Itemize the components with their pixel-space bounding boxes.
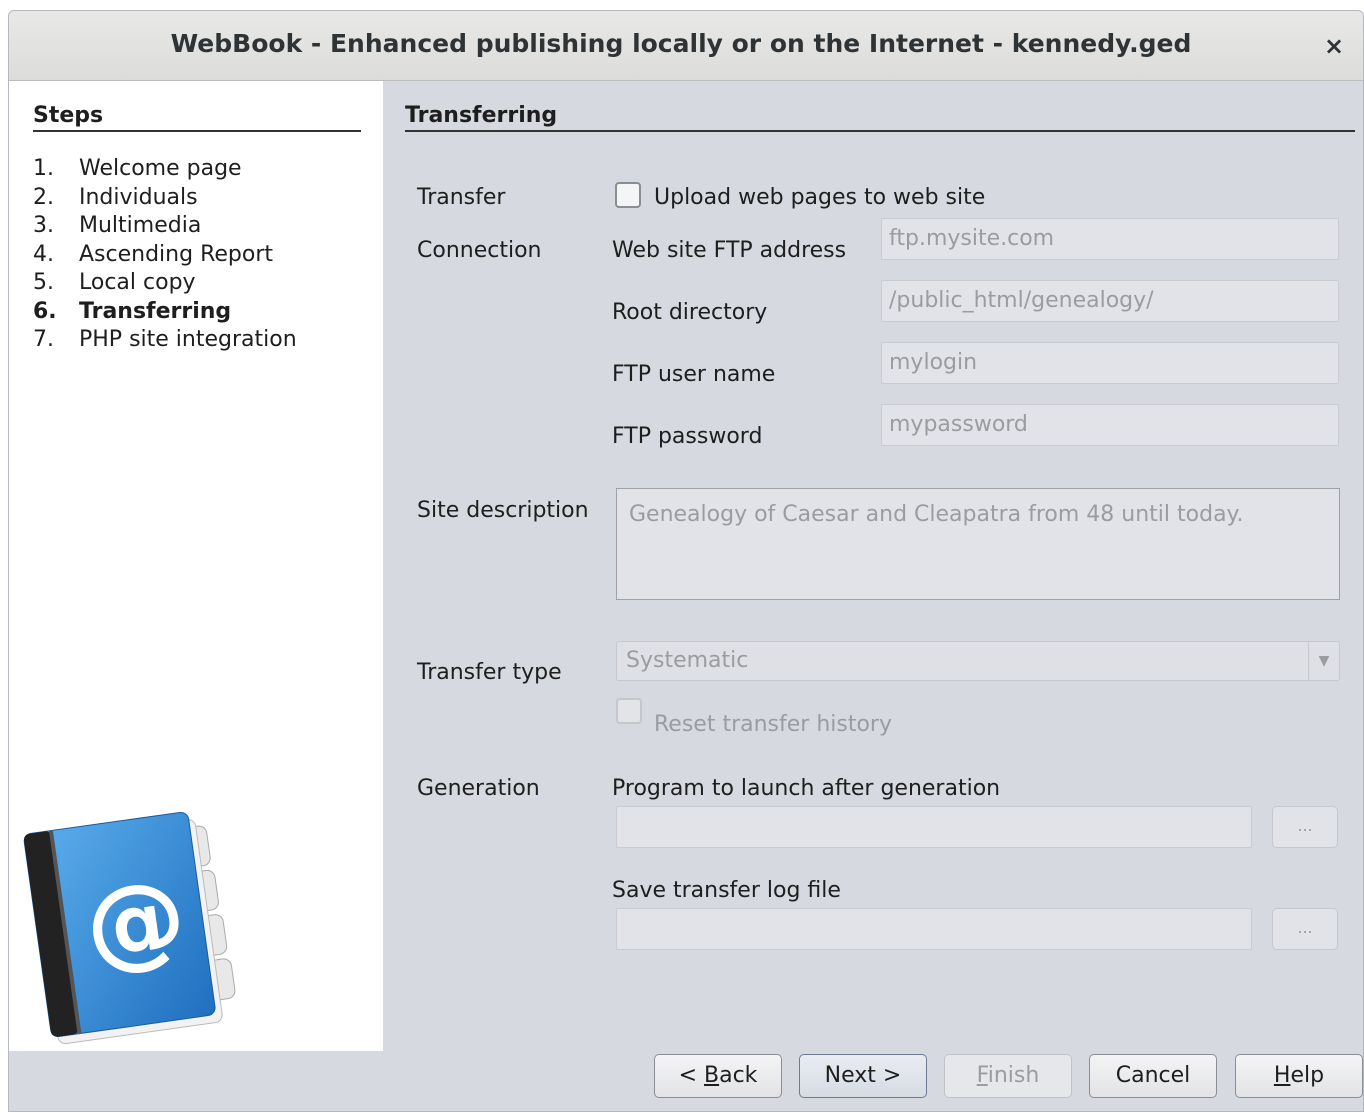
close-icon[interactable]: ×	[1319, 31, 1349, 61]
root-directory-label: Root directory	[612, 300, 768, 325]
title-bar[interactable]: WebBook - Enhanced publishing locally or…	[9, 11, 1363, 81]
program-browse-button[interactable]: ...	[1272, 806, 1338, 848]
ftp-password-label: FTP password	[612, 424, 763, 449]
step-item: 5. Local copy	[33, 269, 297, 298]
log-browse-button[interactable]: ...	[1272, 908, 1338, 950]
steps-sidebar: Steps 1. Welcome page 2. Individuals 3. Multi…	[9, 81, 383, 1051]
steps-list: 1. Welcome page 2. Individuals 3. Multimedia 4…	[33, 155, 297, 355]
transfer-type-label: Transfer type	[417, 660, 562, 685]
ftp-address-label: Web site FTP address	[612, 238, 847, 263]
site-description-label: Site description	[417, 498, 589, 523]
back-button[interactable]: < Back	[654, 1054, 782, 1098]
transfer-type-select[interactable]: Systematic ▼	[616, 641, 1340, 681]
back-mnemonic: B	[704, 1063, 720, 1088]
step-number: 1.	[33, 156, 54, 181]
step-label: Local copy	[79, 270, 196, 295]
step-number: 5.	[33, 270, 54, 295]
finish-mnemonic: F	[976, 1063, 988, 1088]
cancel-button[interactable]: Cancel	[1089, 1054, 1217, 1098]
chevron-down-icon[interactable]: ▼	[1308, 642, 1339, 680]
finish-rest: inish	[987, 1063, 1040, 1088]
step-label: Ascending Report	[79, 241, 273, 267]
step-item: 3. Multimedia	[33, 212, 297, 241]
step-number: 6.	[33, 298, 57, 324]
upload-checkbox-label[interactable]: Upload web pages to web site	[654, 185, 985, 210]
content-panel: Transferring Transfer Upload web pages t…	[383, 81, 1363, 1051]
step-number: 4.	[33, 241, 54, 267]
step-item: 2. Individuals	[33, 184, 297, 213]
generation-label: Generation	[417, 776, 540, 801]
site-description-field[interactable]: Genealogy of Caesar and Cleapatra from 4…	[616, 488, 1340, 600]
transfer-type-value: Systematic	[626, 648, 749, 673]
step-item: 6. Transferring	[33, 298, 297, 327]
window-title: WebBook - Enhanced publishing locally or…	[170, 29, 1192, 58]
step-label: Welcome page	[79, 156, 242, 181]
step-label: Multimedia	[79, 213, 202, 238]
back-prefix: <	[678, 1063, 704, 1088]
program-launch-label: Program to launch after generation	[612, 776, 1001, 801]
step-item: 4. Ascending Report	[33, 241, 297, 270]
ftp-password-field[interactable]: mypassword	[881, 404, 1339, 446]
transfer-log-label: Save transfer log file	[612, 878, 841, 903]
ftp-user-field[interactable]: mylogin	[881, 342, 1339, 384]
help-button[interactable]: Help	[1235, 1054, 1363, 1098]
step-label: Individuals	[79, 184, 198, 210]
root-directory-field[interactable]: /public_html/genealogy/	[881, 280, 1339, 322]
address-book-at-icon: @	[23, 811, 236, 1045]
help-rest: elp	[1290, 1063, 1325, 1088]
upload-checkbox[interactable]	[615, 182, 641, 208]
step-number: 2.	[33, 184, 54, 210]
reset-history-label[interactable]: Reset transfer history	[654, 712, 892, 737]
ftp-user-label: FTP user name	[612, 362, 776, 387]
page-title: Transferring	[405, 103, 1355, 132]
step-number: 3.	[33, 213, 54, 238]
transfer-label: Transfer	[417, 185, 506, 210]
finish-button[interactable]: Finish	[944, 1054, 1072, 1098]
help-mnemonic: H	[1273, 1063, 1291, 1088]
step-label: PHP site integration	[79, 327, 297, 352]
transfer-log-field[interactable]	[616, 908, 1252, 950]
step-item: 7. PHP site integration	[33, 326, 297, 355]
step-item: 1. Welcome page	[33, 155, 297, 184]
ftp-address-field[interactable]: ftp.mysite.com	[881, 218, 1339, 260]
connection-label: Connection	[417, 238, 542, 263]
program-launch-field[interactable]	[616, 806, 1252, 848]
back-rest: ack	[719, 1063, 758, 1088]
step-number: 7.	[33, 327, 54, 352]
svg-text:@: @	[78, 856, 193, 986]
next-button[interactable]: Next >	[799, 1054, 927, 1098]
wizard-window: WebBook - Enhanced publishing locally or…	[8, 10, 1364, 1112]
step-label: Transferring	[79, 298, 232, 324]
reset-history-checkbox[interactable]	[616, 698, 642, 724]
steps-heading: Steps	[33, 103, 361, 132]
